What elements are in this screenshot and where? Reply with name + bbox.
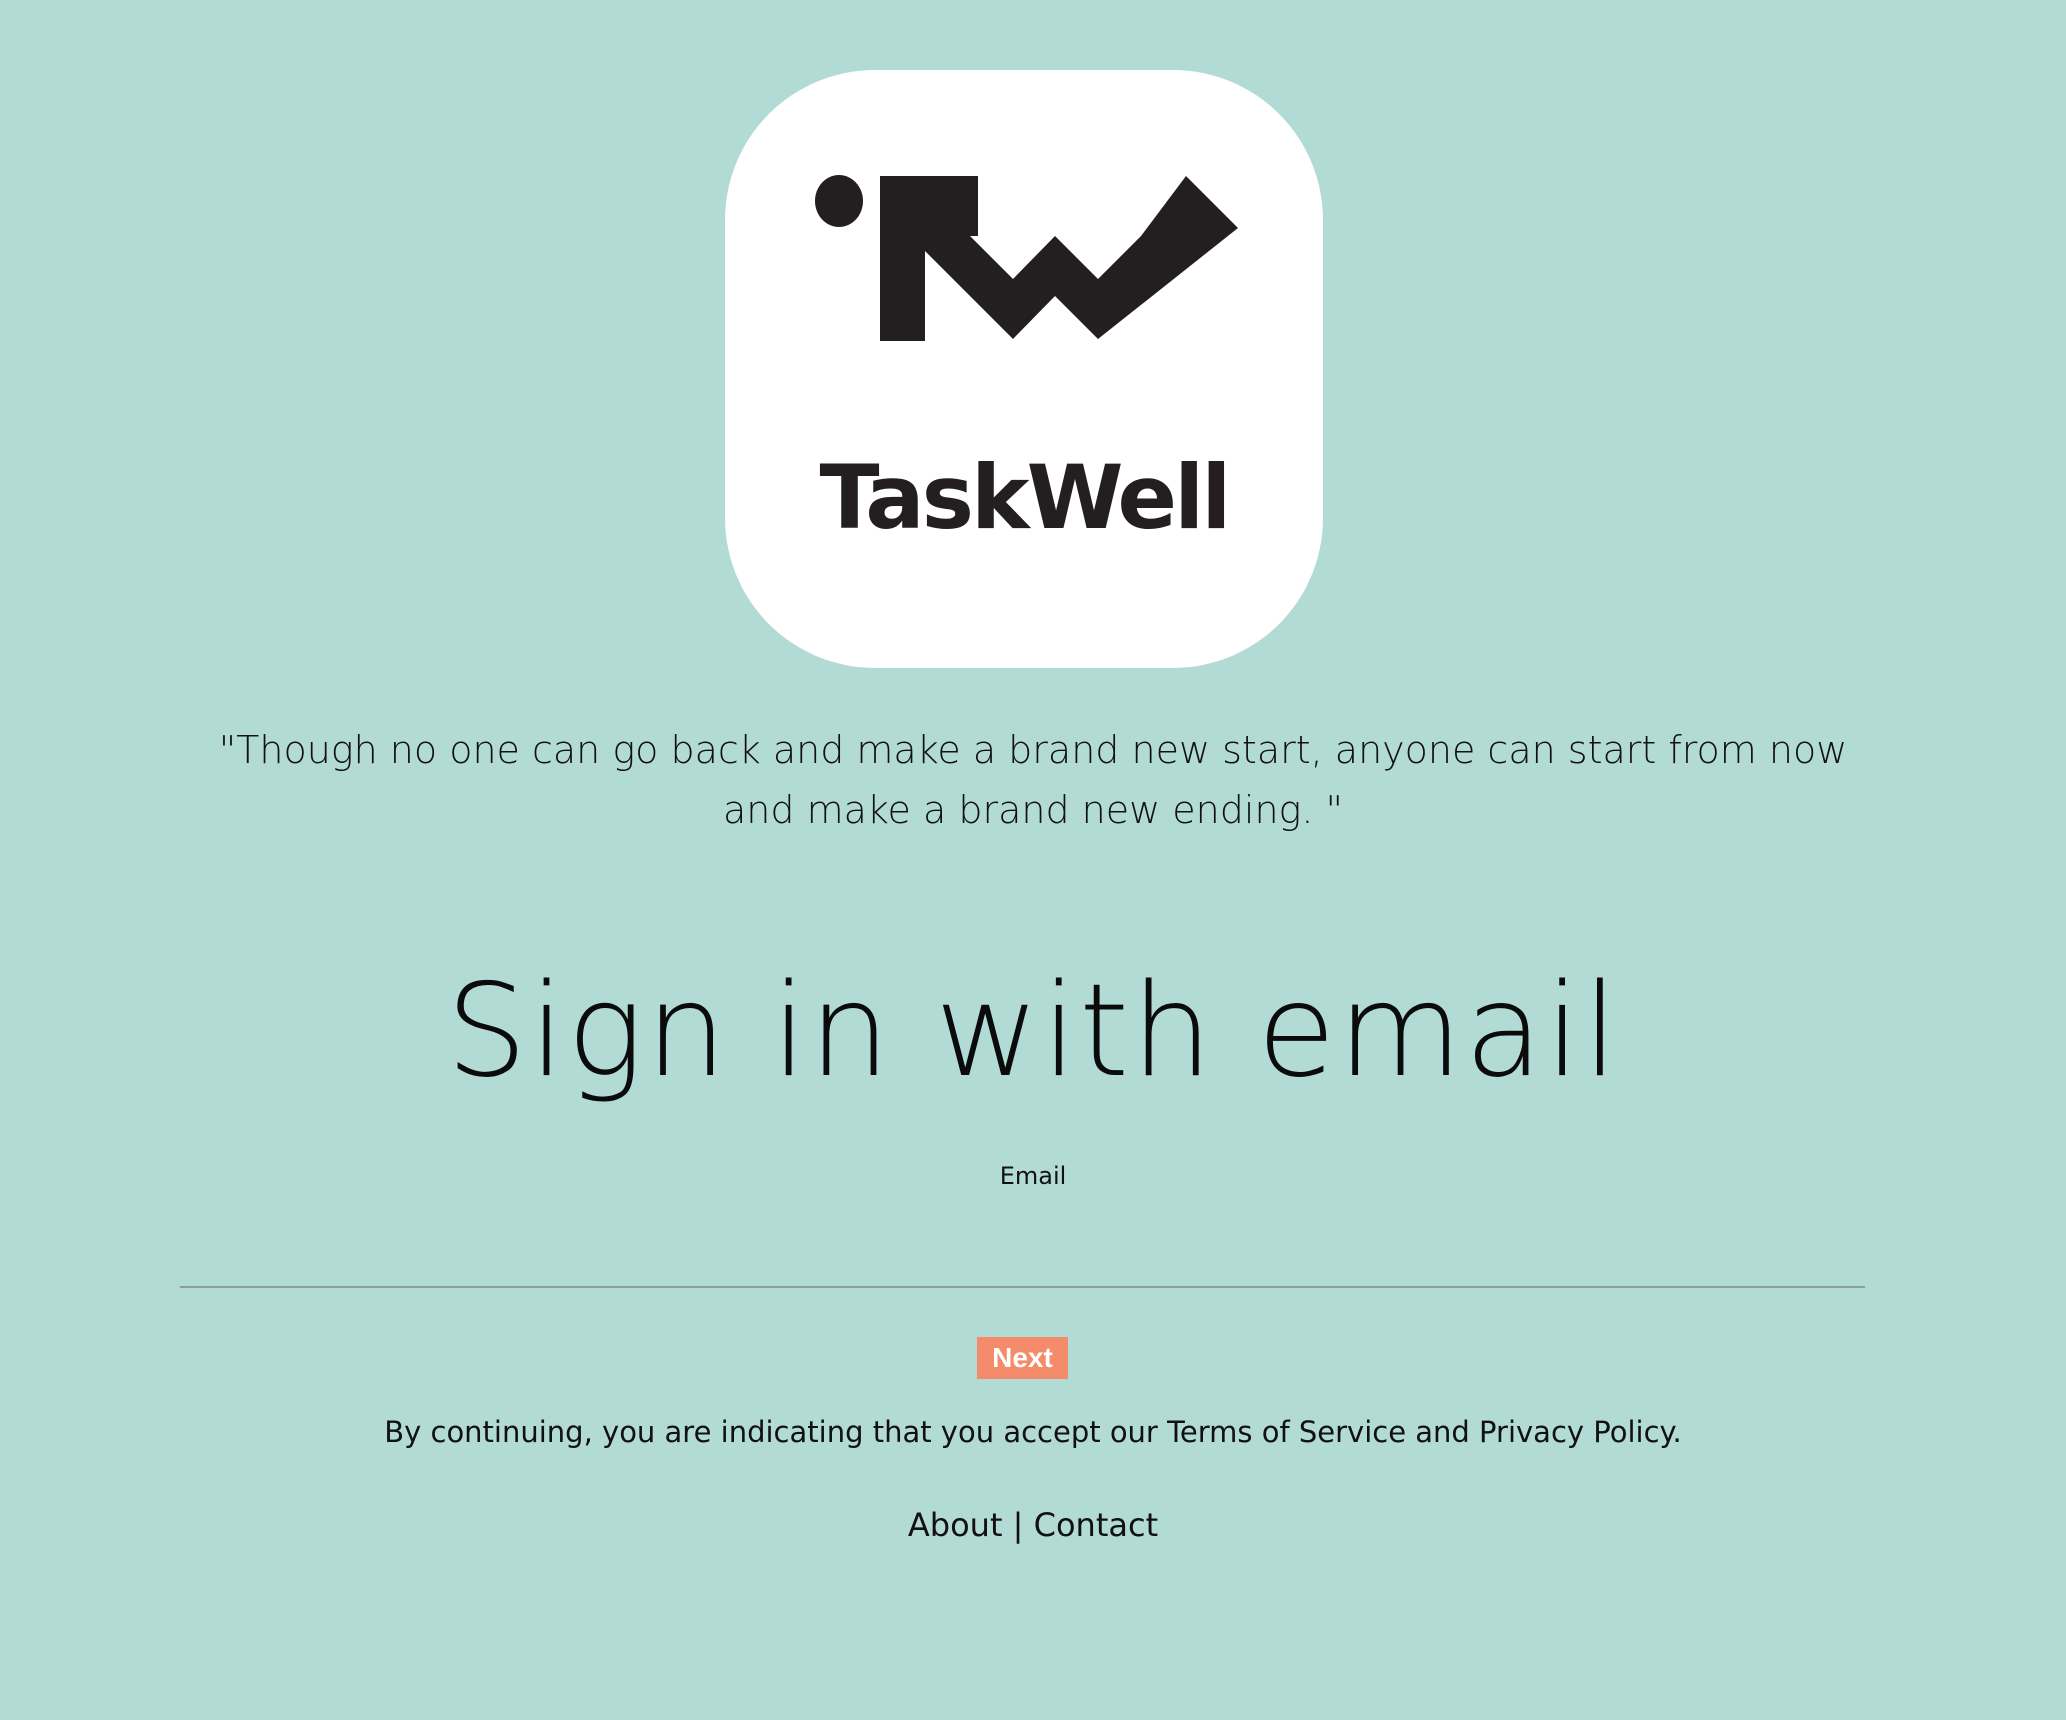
about-link[interactable]: About	[908, 1506, 1003, 1544]
terms-suffix: .	[1672, 1415, 1682, 1449]
page-title: Sign in with email	[445, 957, 1621, 1106]
contact-link[interactable]: Contact	[1034, 1506, 1159, 1544]
footer-separator: |	[1002, 1506, 1034, 1544]
next-button[interactable]: Next	[977, 1337, 1068, 1379]
brand-name: TaskWell	[819, 446, 1232, 549]
privacy-policy-link[interactable]: Privacy Policy	[1479, 1415, 1673, 1449]
footer-links: About | Contact	[0, 1500, 2066, 1550]
app-logo: TaskWell	[725, 70, 1323, 668]
terms-of-service-link[interactable]: Terms of Service	[1167, 1415, 1406, 1449]
terms-middle: and	[1406, 1415, 1480, 1449]
terms-notice: By continuing, you are indicating that y…	[0, 1408, 2066, 1456]
motivational-quote: "Though no one can go back and make a br…	[218, 728, 1848, 832]
taskwell-logo-icon	[815, 175, 1238, 341]
email-label: Email	[999, 1162, 1067, 1190]
email-field[interactable]	[180, 1200, 1865, 1288]
terms-prefix: By continuing, you are indicating that y…	[384, 1415, 1168, 1449]
